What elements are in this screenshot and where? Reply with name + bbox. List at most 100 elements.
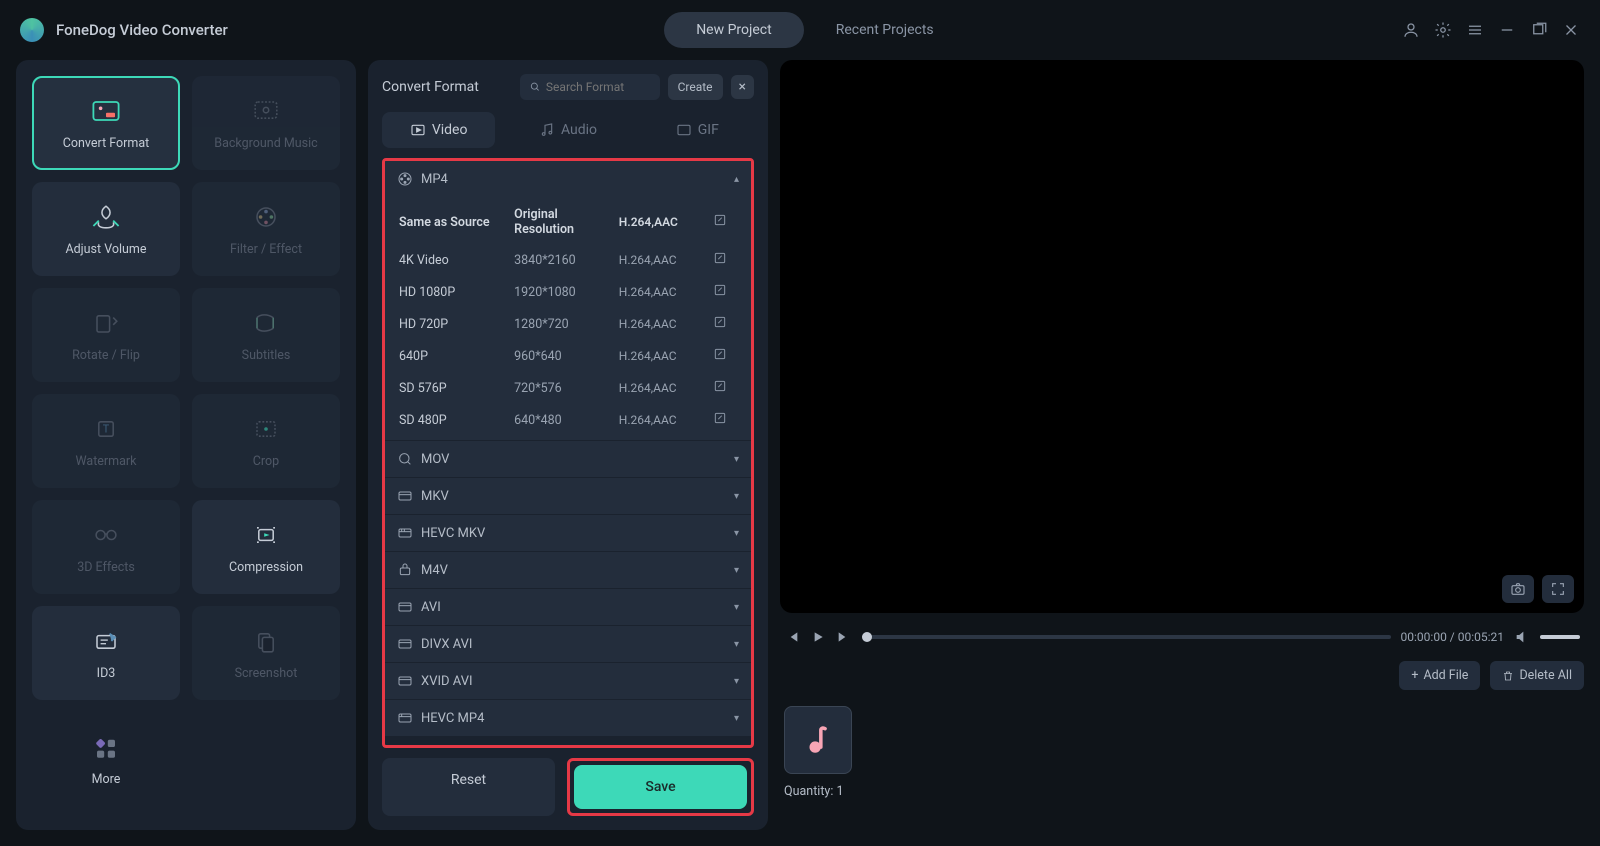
window-maximize-icon[interactable] (1530, 21, 1548, 39)
play-icon[interactable] (810, 629, 826, 645)
plus-icon: + (1411, 668, 1418, 683)
format-group-header[interactable]: MKV▾ (385, 478, 751, 514)
user-icon[interactable] (1402, 21, 1420, 39)
edit-icon[interactable] (713, 379, 737, 397)
tool-id3[interactable]: ID3 (32, 606, 180, 700)
tool-filter-effect[interactable]: Filter / Effect (192, 182, 340, 276)
tool-icon (248, 520, 284, 550)
chevron-down-icon: ▾ (734, 602, 739, 613)
prev-track-icon[interactable] (784, 629, 800, 645)
reel-icon (397, 171, 413, 187)
chevron-down-icon: ▾ (734, 676, 739, 687)
format-row[interactable]: HD 1080P1920*1080H.264,AAC (385, 276, 751, 308)
reset-button[interactable]: Reset (382, 758, 555, 816)
save-button[interactable]: Save (574, 765, 747, 809)
format-group-divx-avi: DIVX AVI▾ (385, 626, 751, 663)
format-tab-audio[interactable]: Audio (511, 112, 624, 148)
app-title: FoneDog Video Converter (56, 21, 228, 39)
volume-icon[interactable] (1514, 629, 1530, 645)
add-file-button[interactable]: + Add File (1399, 661, 1480, 690)
next-track-icon[interactable] (836, 629, 852, 645)
tool-icon (248, 626, 284, 656)
tool-icon (88, 732, 124, 762)
video-icon (410, 122, 426, 138)
edit-icon[interactable] (713, 411, 737, 429)
tool-icon (88, 520, 124, 550)
fullscreen-button[interactable] (1542, 575, 1574, 603)
chevron-down-icon: ▾ (734, 639, 739, 650)
snapshot-button[interactable] (1502, 575, 1534, 603)
tool-more[interactable]: More (32, 712, 180, 806)
tool-compression[interactable]: Compression (192, 500, 340, 594)
tool-icon (248, 96, 284, 126)
music-note-icon (801, 723, 835, 757)
tool-convert-format[interactable]: Convert Format (32, 76, 180, 170)
tab-new-project[interactable]: New Project (664, 12, 804, 48)
edit-icon[interactable] (713, 213, 737, 231)
gear-icon[interactable] (1434, 21, 1452, 39)
tool-background-music[interactable]: Background Music (192, 76, 340, 170)
tool-subtitles[interactable]: Subtitles (192, 288, 340, 382)
format-group-header[interactable]: AVI▾ (385, 589, 751, 625)
search-format[interactable] (520, 74, 660, 100)
format-group-mov: MOV▾ (385, 441, 751, 478)
format-group-header[interactable]: MOV▾ (385, 441, 751, 477)
timeline-thumb[interactable] (862, 632, 872, 642)
delete-all-button[interactable]: Delete All (1490, 661, 1584, 690)
format-group-header[interactable]: HEVC MKV▾ (385, 515, 751, 551)
audio-icon (539, 122, 555, 138)
app-logo (20, 18, 44, 42)
format-row[interactable]: Same as SourceOriginal ResolutionH.264,A… (385, 197, 751, 244)
tool-icon (248, 202, 284, 232)
format-group-hevc-mp4: HEVC MP4▾ (385, 700, 751, 737)
gif-icon (676, 122, 692, 138)
format-group-header[interactable]: DIVX AVI▾ (385, 626, 751, 662)
preview-area (780, 60, 1584, 613)
file-thumbnail[interactable] (784, 706, 852, 774)
format-group-mkv: MKV▾ (385, 478, 751, 515)
tool-rotate-flip[interactable]: Rotate / Flip (32, 288, 180, 382)
edit-icon[interactable] (713, 347, 737, 365)
tool-3d-effects[interactable]: 3D Effects (32, 500, 180, 594)
format-row[interactable]: 4K Video3840*2160H.264,AAC (385, 244, 751, 276)
save-highlight: Save (567, 758, 754, 816)
edit-icon[interactable] (713, 251, 737, 269)
tool-icon (248, 308, 284, 338)
tool-adjust-volume[interactable]: Adjust Volume (32, 182, 180, 276)
player-bar: 00:00:00 / 00:05:21 (780, 623, 1584, 651)
menu-icon[interactable] (1466, 21, 1484, 39)
edit-icon[interactable] (713, 283, 737, 301)
window-minimize-icon[interactable] (1498, 21, 1516, 39)
chevron-down-icon: ▾ (734, 491, 739, 502)
tool-icon (88, 96, 124, 126)
chevron-down-icon: ▾ (734, 713, 739, 724)
tab-recent-projects[interactable]: Recent Projects (804, 12, 966, 48)
tool-screenshot[interactable]: Screenshot (192, 606, 340, 700)
window-close-icon[interactable] (1562, 21, 1580, 39)
format-group-header-mp4[interactable]: MP4 ▴ (385, 161, 751, 197)
format-group-header[interactable]: HEVC MP4▾ (385, 700, 751, 736)
tool-icon (248, 414, 284, 444)
format-group-mp4: MP4 ▴ Same as SourceOriginal ResolutionH… (385, 161, 751, 441)
search-input[interactable] (546, 80, 650, 94)
timeline[interactable] (862, 635, 1391, 639)
format-tab-gif[interactable]: GIF (641, 112, 754, 148)
close-panel-button[interactable]: × (731, 75, 754, 99)
format-tab-video[interactable]: Video (382, 112, 495, 148)
edit-icon[interactable] (713, 315, 737, 333)
format-group-header[interactable]: M4V▾ (385, 552, 751, 588)
create-button[interactable]: Create (668, 74, 723, 100)
format-row[interactable]: 640P960*640H.264,AAC (385, 340, 751, 372)
tool-crop[interactable]: Crop (192, 394, 340, 488)
format-row[interactable]: SD 480P640*480H.264,AAC (385, 404, 751, 436)
format-group-header[interactable]: XVID AVI▾ (385, 663, 751, 699)
format-row[interactable]: HD 720P1280*720H.264,AAC (385, 308, 751, 340)
trash-icon (1502, 670, 1514, 682)
sidebar: Convert FormatBackground MusicAdjust Vol… (16, 60, 356, 830)
chevron-down-icon: ▾ (734, 454, 739, 465)
tool-watermark[interactable]: TWatermark (32, 394, 180, 488)
volume-slider[interactable] (1540, 635, 1580, 639)
format-group-xvid-avi: XVID AVI▾ (385, 663, 751, 700)
format-group-avi: AVI▾ (385, 589, 751, 626)
format-row[interactable]: SD 576P720*576H.264,AAC (385, 372, 751, 404)
